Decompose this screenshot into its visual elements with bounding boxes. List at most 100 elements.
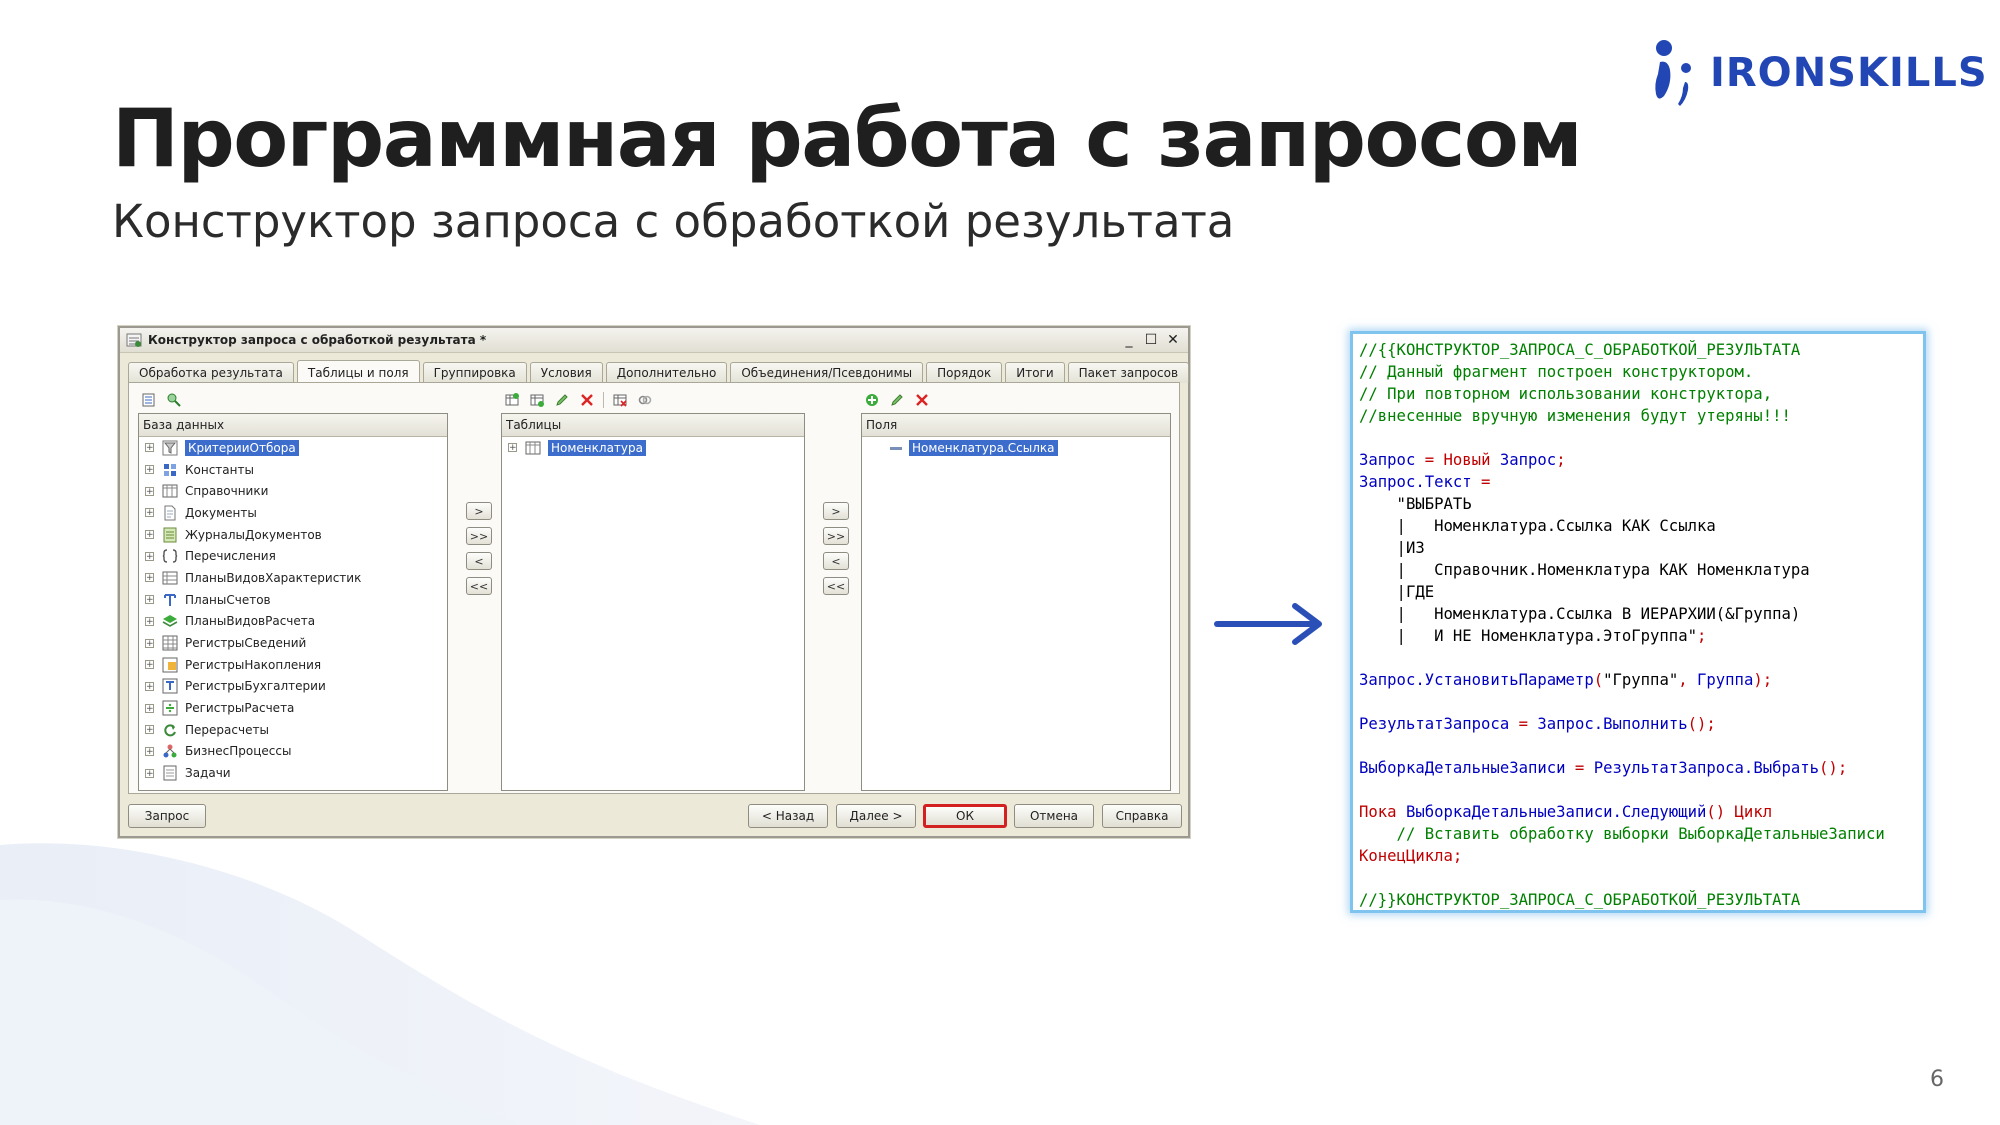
tree-item-label: БизнесПроцессы [185,744,292,759]
add-table-icon[interactable] [503,391,521,409]
database-tree-item[interactable]: + РегистрыНакопления [139,654,447,676]
table-label: Номенклатура [548,439,646,456]
database-tree-item[interactable]: + Перерасчеты [139,719,447,741]
expand-icon[interactable]: + [145,551,154,561]
tree-item-label: Перерасчеты [185,722,269,737]
code-line: ВыборкаДетальныеЗаписи = РезультатЗапрос… [1359,757,1923,779]
table-row-nomenclature[interactable]: + Номенклатура [502,437,804,459]
query-button[interactable]: Запрос [128,804,206,828]
edit-icon[interactable] [553,391,571,409]
code-token: ); [1753,671,1773,689]
field-row[interactable]: Номенклатура.Ссылка [862,437,1170,459]
view-mode-icon[interactable] [140,391,158,409]
expand-icon[interactable]: + [145,768,154,778]
database-tree-item[interactable]: + РегистрыБухгалтерии [139,676,447,698]
code-line: // При повторном использовании конструкт… [1359,383,1923,405]
add-field-button[interactable]: > [823,502,849,520]
minimize-icon[interactable]: _ [1120,332,1138,348]
code-token: |ИЗ [1359,539,1425,557]
code-token: // Данный фрагмент построен конструкторо… [1359,363,1754,381]
remove-table-button[interactable]: < [466,552,492,570]
replace-table-icon[interactable] [611,391,629,409]
expand-icon[interactable]: + [145,465,154,475]
expand-icon[interactable]: + [145,681,154,691]
expand-icon[interactable]: + [145,638,154,648]
add-table-button[interactable]: > [466,502,492,520]
tree-item-label: Константы [185,462,254,477]
fields-toolbar [861,387,1171,413]
expand-icon[interactable]: + [145,660,154,670]
edit-field-icon[interactable] [888,391,906,409]
logo-text: IRONSKILLS [1710,50,1988,96]
tab-tables-and-fields[interactable]: Таблицы и поля [296,360,420,384]
expand-icon[interactable]: + [145,725,154,735]
tab-unions-aliases[interactable]: Объединения/Псевдонимы [730,362,924,383]
database-tree: База данных + КритерииОтбора + Константы + Сп… [138,413,448,791]
database-tree-item[interactable]: + ПланыВидовХарактеристик [139,567,447,589]
fields-panel: Поля Номенклатура.Ссылка [861,387,1171,791]
tab-result-processing[interactable]: Обработка результата [128,362,294,383]
expand-icon[interactable]: + [145,703,154,713]
tab-totals[interactable]: Итоги [1005,362,1065,383]
help-button[interactable]: Справка [1102,804,1182,828]
tab-grouping[interactable]: Группировка [422,362,527,383]
database-tree-item[interactable]: + Константы [139,459,447,481]
add-field-icon[interactable] [863,391,881,409]
tab-order[interactable]: Порядок [926,362,1003,383]
database-tree-item[interactable]: + ПланыВидовРасчета [139,611,447,633]
tables-panel: Таблицы + Номенклатура [501,387,805,791]
expand-icon[interactable]: + [145,508,154,518]
database-tree-items: + КритерииОтбора + Константы + Справочники + До… [139,437,447,784]
window-app-icon [126,333,142,347]
database-tree-item[interactable]: + БизнесПроцессы [139,741,447,763]
ok-button[interactable]: ОК [923,804,1007,828]
find-in-tree-icon[interactable] [165,391,183,409]
expand-icon[interactable]: + [508,443,517,453]
page-number: 6 [1930,1067,1944,1092]
code-token: () [1706,803,1735,821]
remove-field-button[interactable]: < [823,552,849,570]
next-button[interactable]: Далее > [836,804,916,828]
links-icon[interactable] [636,391,654,409]
database-tree-item[interactable]: + Задачи [139,762,447,784]
add-nested-query-icon[interactable] [528,391,546,409]
query-designer-window: Конструктор запроса с обработкой результ… [118,326,1190,838]
tab-conditions[interactable]: Условия [529,362,603,383]
cancel-button[interactable]: Отмена [1014,804,1094,828]
tab-additional[interactable]: Дополнительно [605,362,728,383]
expand-icon[interactable]: + [145,595,154,605]
add-all-tables-button[interactable]: >> [466,527,492,545]
expand-icon[interactable]: + [145,486,154,496]
database-tree-item[interactable]: + Справочники [139,480,447,502]
database-tree-item[interactable]: + КритерииОтбора [139,437,447,459]
tab-query-batch[interactable]: Пакет запросов [1067,362,1190,383]
delete-field-icon[interactable] [913,391,931,409]
document-icon [164,505,176,521]
database-tree-item[interactable]: + ПланыСчетов [139,589,447,611]
slide-subtitle: Конструктор запроса с обработкой результ… [112,195,1235,248]
database-tree-item[interactable]: + РегистрыРасчета [139,697,447,719]
database-tree-item[interactable]: + Перечисления [139,545,447,567]
expand-icon[interactable]: + [145,443,154,453]
expand-icon[interactable]: + [145,746,154,756]
database-tree-item[interactable]: + РегистрыСведений [139,632,447,654]
code-line: |ИЗ [1359,537,1923,559]
remove-all-tables-button[interactable]: << [466,577,492,595]
expand-icon[interactable]: + [145,573,154,583]
tree-item-label: Перечисления [185,549,276,564]
tables-list: Таблицы + Номенклатура [501,413,805,791]
add-all-fields-button[interactable]: >> [823,527,849,545]
expand-icon[interactable]: + [145,616,154,626]
window-titlebar[interactable]: Конструктор запроса с обработкой результ… [120,328,1188,353]
database-tree-item[interactable]: + Документы [139,502,447,524]
delete-icon[interactable] [578,391,596,409]
expand-icon[interactable]: + [145,530,154,540]
back-button[interactable]: < Назад [748,804,828,828]
close-icon[interactable]: ✕ [1164,332,1182,348]
database-tree-item[interactable]: + ЖурналыДокументов [139,524,447,546]
code-line: | Номенклатура.Ссылка КАК Ссылка [1359,515,1923,537]
maximize-icon[interactable]: ☐ [1142,332,1160,348]
remove-all-fields-button[interactable]: << [823,577,849,595]
